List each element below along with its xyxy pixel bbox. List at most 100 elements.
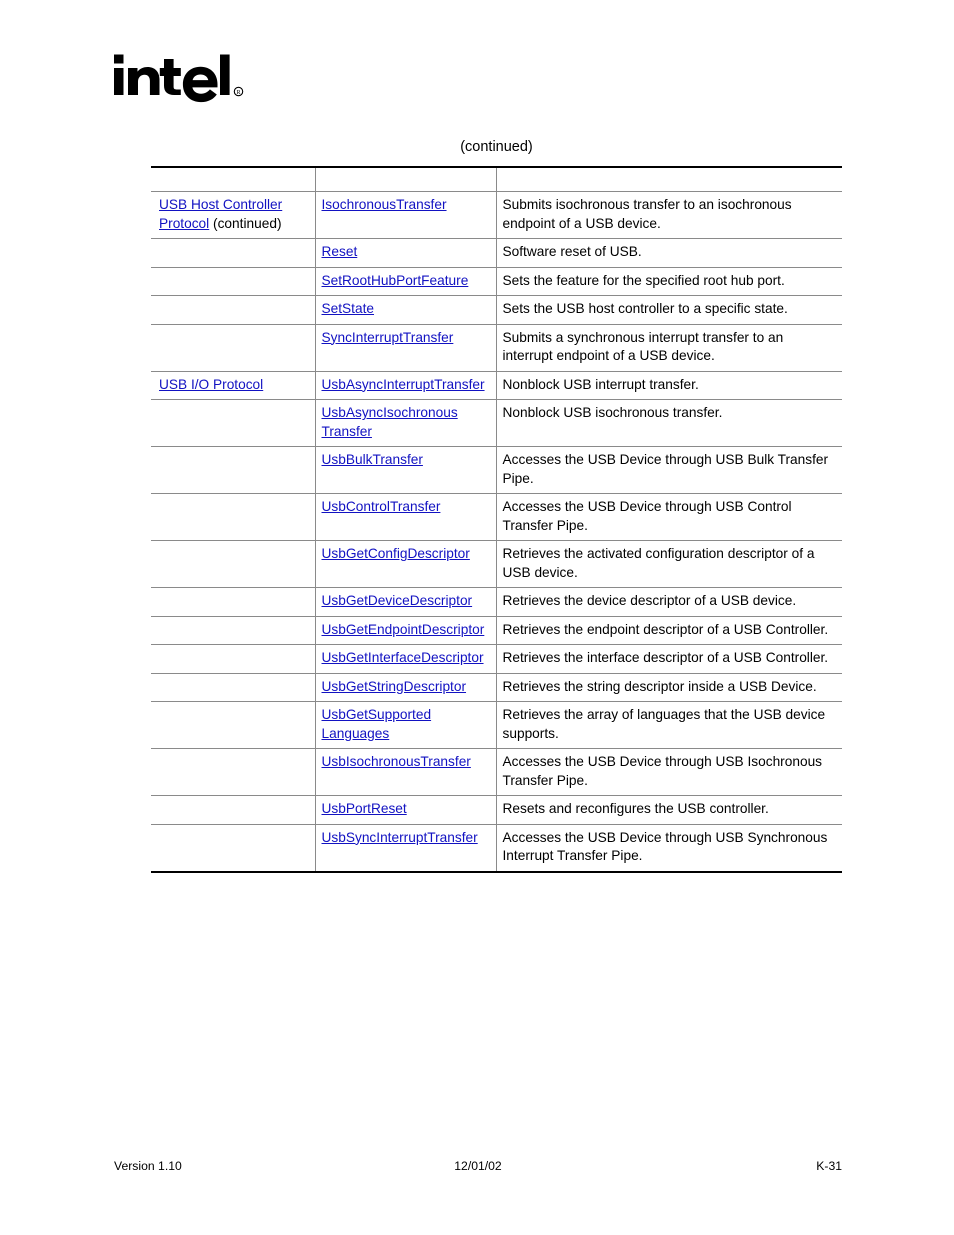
function-link[interactable]: UsbGetEndpointDescriptor: [322, 622, 485, 637]
table-row: UsbGetDeviceDescriptor Retrieves the dev…: [151, 587, 842, 617]
page-footer: Version 1.10 12/01/02 K-31: [114, 1157, 842, 1175]
spacer-cell-protocol: [151, 166, 315, 192]
cell-description: Retrieves the string descriptor inside a…: [495, 672, 842, 702]
table-row: SetState Sets the USB host controller to…: [151, 295, 842, 325]
table-row: UsbGetStringDescriptor Retrieves the str…: [151, 672, 842, 702]
spacer-cell-function: [314, 166, 496, 192]
cell-function: UsbAsyncInterruptTransfer: [314, 370, 496, 400]
cell-protocol: [151, 748, 315, 796]
cell-function: UsbIsochronousTransfer: [314, 748, 496, 796]
cell-protocol: [151, 540, 315, 588]
table-row: Reset Software reset of USB.: [151, 238, 842, 268]
cell-protocol: [151, 399, 315, 447]
function-link[interactable]: UsbControlTransfer: [322, 499, 441, 514]
cell-protocol: [151, 446, 315, 494]
cell-description: Retrieves the endpoint descriptor of a U…: [495, 615, 842, 645]
table-row: UsbGetInterfaceDescriptor Retrieves the …: [151, 644, 842, 674]
cell-function: UsbBulkTransfer: [314, 446, 496, 494]
usb-protocol-api-table: USB Host Controller Protocol (continued)…: [151, 166, 842, 873]
cell-function: UsbGetConfigDescriptor: [314, 540, 496, 588]
cell-description: Submits isochronous transfer to an isoch…: [495, 191, 842, 239]
cell-protocol: USB I/O Protocol: [151, 370, 315, 400]
table-row: UsbBulkTransfer Accesses the USB Device …: [151, 446, 842, 494]
table-row: UsbAsyncIsochronous Transfer Nonblock US…: [151, 399, 842, 447]
function-link[interactable]: SetRootHubPortFeature: [322, 273, 469, 288]
cell-protocol: [151, 644, 315, 674]
cell-protocol: [151, 493, 315, 541]
svg-text:R: R: [236, 90, 240, 96]
protocol-suffix: (continued): [209, 215, 282, 231]
table-row: UsbPortReset Resets and reconfigures the…: [151, 795, 842, 825]
cell-protocol: [151, 701, 315, 749]
cell-function: Reset: [314, 238, 496, 268]
function-link[interactable]: Reset: [322, 244, 358, 259]
intel-logo-glyph: R: [114, 54, 244, 103]
cell-function: SetState: [314, 295, 496, 325]
cell-function: IsochronousTransfer: [314, 191, 496, 239]
table-spacer-row: [151, 166, 842, 192]
footer-date: 12/01/02: [454, 1159, 502, 1173]
cell-description: Accesses the USB Device through USB Cont…: [495, 493, 842, 541]
cell-protocol: [151, 266, 315, 296]
function-link[interactable]: SyncInterruptTransfer: [322, 330, 454, 345]
table-row: UsbGetSupported Languages Retrieves the …: [151, 701, 842, 749]
function-link[interactable]: UsbGetSupported Languages: [322, 707, 432, 741]
cell-function: SyncInterruptTransfer: [314, 323, 496, 372]
table-row: USB I/O Protocol UsbAsyncInterruptTransf…: [151, 370, 842, 400]
cell-function: UsbAsyncIsochronous Transfer: [314, 399, 496, 447]
table-row: UsbSyncInterruptTransfer Accesses the US…: [151, 823, 842, 873]
cell-protocol: [151, 823, 315, 873]
cell-function: UsbGetDeviceDescriptor: [314, 587, 496, 617]
footer-page-number: K-31: [816, 1159, 842, 1173]
table-row: UsbIsochronousTransfer Accesses the USB …: [151, 748, 842, 796]
cell-function: SetRootHubPortFeature: [314, 266, 496, 296]
cell-protocol: [151, 295, 315, 325]
function-link[interactable]: UsbGetDeviceDescriptor: [322, 593, 473, 608]
cell-description: Sets the USB host controller to a specif…: [495, 295, 842, 325]
cell-function: UsbGetStringDescriptor: [314, 672, 496, 702]
cell-description: Retrieves the interface descriptor of a …: [495, 644, 842, 674]
table-row: UsbGetEndpointDescriptor Retrieves the e…: [151, 615, 842, 645]
table-row: SyncInterruptTransfer Submits a synchron…: [151, 323, 842, 372]
function-link[interactable]: UsbPortReset: [322, 801, 407, 816]
cell-function: UsbGetEndpointDescriptor: [314, 615, 496, 645]
cell-description: Retrieves the array of languages that th…: [495, 701, 842, 749]
cell-description: Nonblock USB isochronous transfer.: [495, 399, 842, 447]
cell-protocol: USB Host Controller Protocol (continued): [151, 191, 315, 239]
function-link[interactable]: UsbGetStringDescriptor: [322, 679, 467, 694]
table-row: USB Host Controller Protocol (continued)…: [151, 191, 842, 239]
function-link[interactable]: SetState: [322, 301, 375, 316]
table-body: USB Host Controller Protocol (continued)…: [151, 166, 842, 873]
table-row: UsbControlTransfer Accesses the USB Devi…: [151, 493, 842, 541]
cell-description: Accesses the USB Device through USB Sync…: [495, 823, 842, 873]
cell-description: Sets the feature for the specified root …: [495, 266, 842, 296]
function-link[interactable]: UsbAsyncInterruptTransfer: [322, 377, 485, 392]
cell-function: UsbControlTransfer: [314, 493, 496, 541]
cell-function: UsbSyncInterruptTransfer: [314, 823, 496, 873]
cell-description: Retrieves the device descriptor of a USB…: [495, 587, 842, 617]
cell-description: Accesses the USB Device through USB Bulk…: [495, 446, 842, 494]
function-link[interactable]: UsbAsyncIsochronous Transfer: [322, 405, 458, 439]
function-link[interactable]: UsbBulkTransfer: [322, 452, 423, 467]
function-link[interactable]: UsbGetInterfaceDescriptor: [322, 650, 484, 665]
function-link[interactable]: IsochronousTransfer: [322, 197, 447, 212]
cell-function: UsbGetInterfaceDescriptor: [314, 644, 496, 674]
cell-description: Resets and reconfigures the USB controll…: [495, 795, 842, 825]
cell-protocol: [151, 672, 315, 702]
protocol-link[interactable]: USB I/O Protocol: [159, 377, 263, 392]
table-row: UsbGetConfigDescriptor Retrieves the act…: [151, 540, 842, 588]
cell-function: UsbPortReset: [314, 795, 496, 825]
function-link[interactable]: UsbSyncInterruptTransfer: [322, 830, 478, 845]
function-link[interactable]: UsbGetConfigDescriptor: [322, 546, 470, 561]
table-row: SetRootHubPortFeature Sets the feature f…: [151, 266, 842, 296]
function-link[interactable]: UsbIsochronousTransfer: [322, 754, 471, 769]
cell-protocol: [151, 587, 315, 617]
cell-function: UsbGetSupported Languages: [314, 701, 496, 749]
spacer-cell-description: [495, 166, 842, 192]
table-continued-caption: (continued): [460, 139, 533, 155]
cell-protocol: [151, 238, 315, 268]
cell-description: Accesses the USB Device through USB Isoc…: [495, 748, 842, 796]
cell-protocol: [151, 323, 315, 372]
cell-description: Software reset of USB.: [495, 238, 842, 268]
cell-description: Submits a synchronous interrupt transfer…: [495, 323, 842, 372]
